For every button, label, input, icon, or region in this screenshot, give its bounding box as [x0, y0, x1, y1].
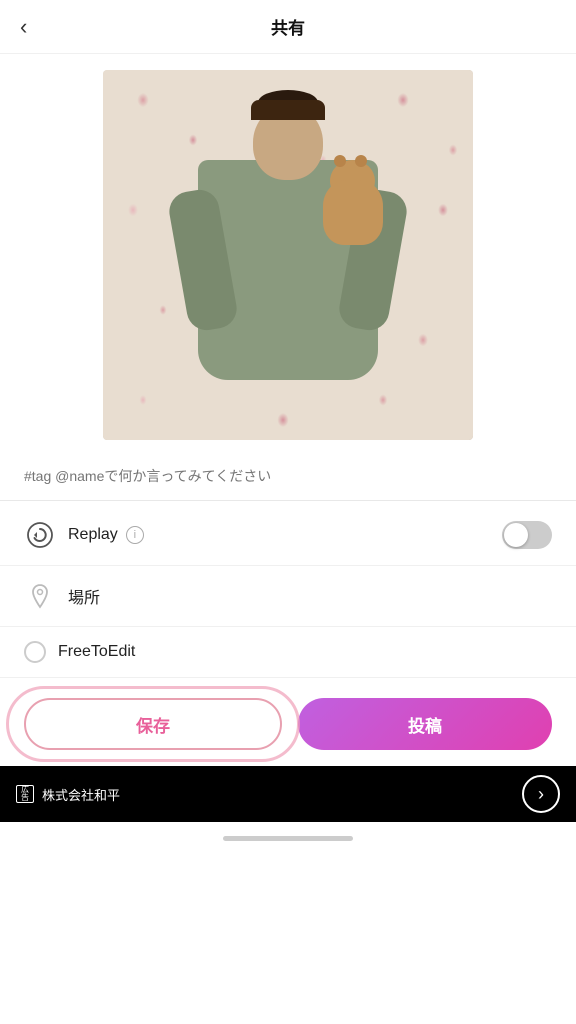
- freetoedit-label: FreeToEdit: [58, 643, 552, 661]
- ad-text: 株式会社和平: [42, 785, 514, 804]
- replay-label: Replay i: [68, 526, 502, 544]
- teddy-bear: [313, 160, 393, 250]
- home-indicator: [0, 822, 576, 849]
- caption-area[interactable]: [0, 452, 576, 501]
- save-label: 保存: [136, 712, 170, 737]
- location-option-row[interactable]: 場所: [0, 566, 576, 627]
- image-container: [0, 54, 576, 452]
- post-button[interactable]: 投稿: [298, 698, 552, 750]
- replay-toggle[interactable]: [502, 521, 552, 549]
- figure: [188, 105, 388, 425]
- back-button[interactable]: ‹: [20, 16, 27, 38]
- post-image: [103, 70, 473, 440]
- ad-info-badge: 広 告: [16, 785, 34, 803]
- header: ‹ 共有: [0, 0, 576, 54]
- location-icon: [24, 580, 56, 612]
- replay-info-icon[interactable]: i: [126, 526, 144, 544]
- post-label: 投稿: [408, 712, 442, 737]
- ad-banner[interactable]: 広 告 株式会社和平 ›: [0, 766, 576, 822]
- ad-arrow-button[interactable]: ›: [522, 775, 560, 813]
- header-title: 共有: [271, 14, 305, 39]
- replay-icon: [24, 519, 56, 551]
- replay-text: Replay: [68, 526, 118, 544]
- location-label: 場所: [68, 584, 552, 608]
- location-text: 場所: [68, 584, 100, 608]
- action-buttons: 保存 投稿: [0, 682, 576, 766]
- options-section: Replay i 場所 FreeToEdit: [0, 501, 576, 682]
- save-button[interactable]: 保存: [24, 698, 282, 750]
- freetoedit-option-row[interactable]: FreeToEdit: [0, 627, 576, 678]
- replay-option-row: Replay i: [0, 505, 576, 566]
- home-bar: [223, 836, 353, 841]
- freetoedit-radio[interactable]: [24, 641, 46, 663]
- caption-input[interactable]: [24, 464, 552, 488]
- figure-head: [253, 105, 323, 180]
- freetoedit-text: FreeToEdit: [58, 643, 135, 661]
